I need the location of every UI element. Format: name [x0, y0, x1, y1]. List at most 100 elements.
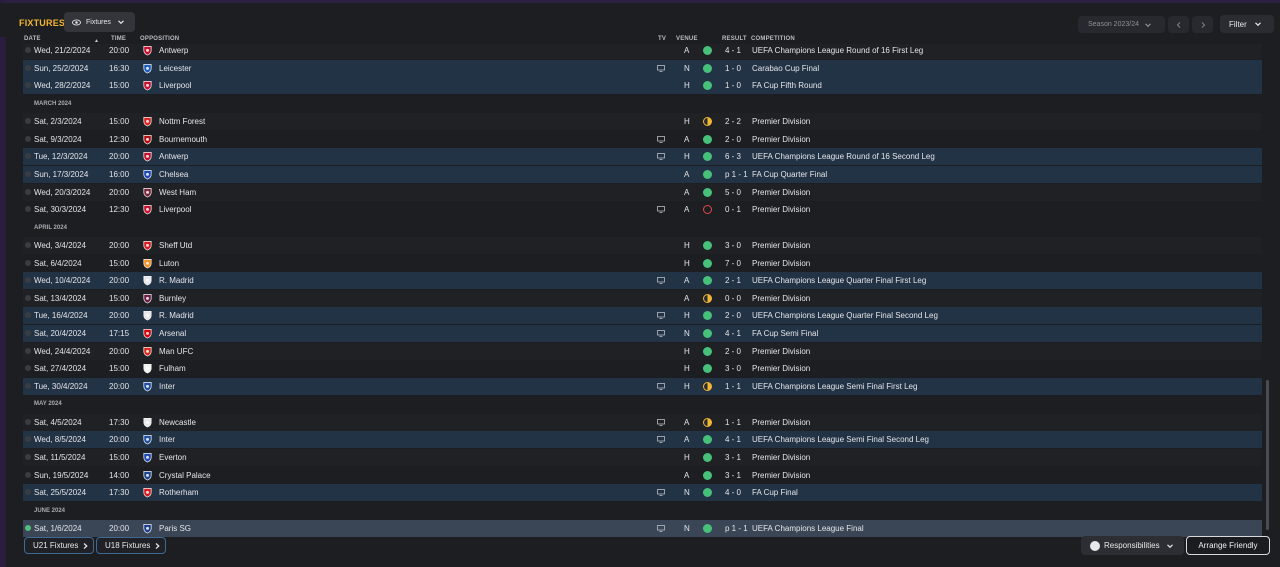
fixture-row[interactable]: Sat, 27/4/2024 15:00 Fulham H 3 - 0 Premier D…: [23, 360, 1262, 378]
opposition-name[interactable]: Liverpool: [159, 81, 191, 90]
opposition-name[interactable]: R. Madrid: [159, 276, 194, 285]
opposition-name[interactable]: Paris SG: [159, 524, 191, 533]
row-select-icon[interactable]: [25, 277, 31, 284]
match-result[interactable]: 5 - 0: [725, 188, 741, 197]
competition-name[interactable]: FA Cup Quarter Final: [752, 170, 827, 179]
fixture-row[interactable]: Wed, 3/4/2024 20:00 Sheff Utd H 3 - 0 Premier…: [23, 237, 1262, 254]
filter-button[interactable]: Filter: [1220, 15, 1274, 33]
competition-name[interactable]: UEFA Champions League Quarter Final Firs…: [752, 276, 926, 285]
opposition-name[interactable]: Antwerp: [159, 152, 188, 161]
fixture-row[interactable]: Wed, 28/2/2024 15:00 Liverpool H 1 - 0 FA Cup…: [23, 77, 1262, 95]
competition-name[interactable]: Premier Division: [752, 364, 810, 373]
competition-name[interactable]: UEFA Champions League Round of 16 Second…: [752, 152, 935, 161]
match-result[interactable]: 1 - 0: [725, 64, 741, 73]
row-select-icon[interactable]: [25, 206, 31, 213]
row-select-icon[interactable]: [25, 347, 31, 354]
match-result[interactable]: 2 - 0: [725, 347, 741, 356]
competition-name[interactable]: FA Cup Fifth Round: [752, 81, 822, 90]
opposition-name[interactable]: Crystal Palace: [159, 471, 211, 480]
fixture-row[interactable]: Sat, 9/3/2024 12:30 Bournemouth A 2 - 0 Premi…: [23, 130, 1262, 148]
row-select-icon[interactable]: [25, 436, 31, 443]
row-select-icon[interactable]: [25, 170, 31, 177]
fixture-row[interactable]: Sun, 17/3/2024 16:00 Chelsea Ap 1 - 1 FA Cup…: [23, 165, 1262, 183]
row-select-icon[interactable]: [25, 259, 31, 266]
fixture-row[interactable]: Sat, 4/5/2024 17:30 Newcastle A 1 - 1 Premier…: [23, 413, 1262, 431]
opposition-name[interactable]: Newcastle: [159, 418, 196, 427]
u21-fixtures-button[interactable]: U21 Fixtures: [24, 537, 94, 554]
competition-name[interactable]: Premier Division: [752, 418, 810, 427]
row-select-icon[interactable]: [25, 188, 31, 195]
competition-name[interactable]: UEFA Champions League Round of 16 First …: [752, 46, 923, 55]
competition-name[interactable]: Premier Division: [752, 205, 810, 214]
match-result[interactable]: 1 - 1: [725, 382, 741, 391]
opposition-name[interactable]: Rotherham: [159, 488, 199, 497]
opposition-name[interactable]: Fulham: [159, 364, 186, 373]
fixture-row[interactable]: Sat, 2/3/2024 15:00 Nottm Forest H 2 - 2 Prem…: [23, 113, 1262, 131]
opposition-name[interactable]: Arsenal: [159, 329, 186, 338]
row-select-icon[interactable]: [25, 365, 31, 372]
fixture-row[interactable]: Wed, 21/2/2024 20:00 Antwerp A 4 - 1 UEFA Cha…: [23, 44, 1262, 59]
match-result[interactable]: 4 - 1: [725, 46, 741, 55]
row-select-icon[interactable]: [25, 135, 31, 142]
fixture-row[interactable]: Wed, 20/3/2024 20:00 West Ham A 5 - 0 Premier…: [23, 183, 1262, 201]
next-season-button[interactable]: [1192, 16, 1213, 33]
row-select-icon[interactable]: [25, 418, 31, 425]
opposition-name[interactable]: Leicester: [159, 64, 191, 73]
opposition-name[interactable]: Nottm Forest: [159, 117, 205, 126]
competition-name[interactable]: Premier Division: [752, 241, 810, 250]
row-select-icon[interactable]: [25, 525, 31, 531]
opposition-name[interactable]: Liverpool: [159, 205, 191, 214]
match-result[interactable]: 0 - 1: [725, 205, 741, 214]
season-dropdown[interactable]: Season 2023/24: [1078, 16, 1165, 33]
match-result[interactable]: 1 - 0: [725, 81, 741, 90]
match-result[interactable]: 2 - 1: [725, 276, 741, 285]
row-select-icon[interactable]: [25, 453, 31, 460]
row-select-icon[interactable]: [25, 118, 31, 125]
competition-name[interactable]: UEFA Champions League Final: [752, 524, 864, 533]
row-select-icon[interactable]: [25, 471, 31, 478]
match-result[interactable]: 3 - 0: [725, 364, 741, 373]
fixture-row[interactable]: Sat, 30/3/2024 12:30 Liverpool A 0 - 1 Premie…: [23, 201, 1262, 219]
match-result[interactable]: 3 - 0: [725, 241, 741, 250]
match-result[interactable]: 2 - 0: [725, 135, 741, 144]
opposition-name[interactable]: Luton: [159, 259, 179, 268]
competition-name[interactable]: Premier Division: [752, 135, 810, 144]
competition-name[interactable]: Premier Division: [752, 347, 810, 356]
row-select-icon[interactable]: [25, 382, 31, 389]
fixture-row[interactable]: Sat, 6/4/2024 15:00 Luton H 7 - 0 Premier Div…: [23, 254, 1262, 272]
opposition-name[interactable]: West Ham: [159, 188, 196, 197]
row-select-icon[interactable]: [25, 242, 31, 248]
fixture-row[interactable]: Tue, 16/4/2024 20:00 R. Madrid H 2 - 0 UEFA C…: [23, 307, 1262, 325]
scrollbar[interactable]: [1266, 380, 1269, 530]
fixture-row[interactable]: Sun, 25/2/2024 16:30 Leicester N 1 - 0 Caraba…: [23, 59, 1262, 77]
match-result[interactable]: 7 - 0: [725, 259, 741, 268]
row-select-icon[interactable]: [25, 489, 31, 496]
match-result[interactable]: p 1 - 1: [725, 170, 748, 179]
match-result[interactable]: 3 - 1: [725, 453, 741, 462]
fixture-row[interactable]: Sat, 1/6/2024 20:00 Paris SG Np 1 - 1 UEFA C…: [23, 520, 1262, 537]
fixture-row[interactable]: Tue, 30/4/2024 20:00 Inter H 1 - 1 UEFA Champ…: [23, 377, 1262, 395]
fixture-row[interactable]: Wed, 8/5/2024 20:00 Inter A 4 - 1 UEFA Champi…: [23, 431, 1262, 449]
opposition-name[interactable]: Sheff Utd: [159, 241, 192, 250]
arrange-friendly-button[interactable]: Arrange Friendly: [1186, 536, 1270, 555]
responsibilities-button[interactable]: Responsibilities: [1081, 536, 1184, 555]
row-select-icon[interactable]: [25, 312, 31, 319]
competition-name[interactable]: Premier Division: [752, 471, 810, 480]
opposition-name[interactable]: Inter: [159, 382, 175, 391]
row-select-icon[interactable]: [25, 82, 31, 89]
fixture-row[interactable]: Wed, 10/4/2024 20:00 R. Madrid A 2 - 1 UEFA C…: [23, 272, 1262, 290]
opposition-name[interactable]: Inter: [159, 435, 175, 444]
match-result[interactable]: 0 - 0: [725, 294, 741, 303]
fixture-row[interactable]: Sat, 20/4/2024 17:15 Arsenal N 4 - 1 FA Cup S…: [23, 325, 1262, 342]
competition-name[interactable]: FA Cup Final: [752, 488, 798, 497]
match-result[interactable]: 2 - 0: [725, 311, 741, 320]
row-select-icon[interactable]: [25, 294, 31, 301]
competition-name[interactable]: FA Cup Semi Final: [752, 329, 818, 338]
competition-name[interactable]: Carabao Cup Final: [752, 64, 819, 73]
row-select-icon[interactable]: [25, 47, 31, 53]
match-result[interactable]: 4 - 0: [725, 488, 741, 497]
u18-fixtures-button[interactable]: U18 Fixtures: [96, 537, 166, 554]
fixture-row[interactable]: Sat, 25/5/2024 17:30 Rotherham N 4 - 0 FA Cup…: [23, 484, 1262, 502]
row-select-icon[interactable]: [25, 330, 31, 336]
competition-name[interactable]: UEFA Champions League Quarter Final Seco…: [752, 311, 938, 320]
